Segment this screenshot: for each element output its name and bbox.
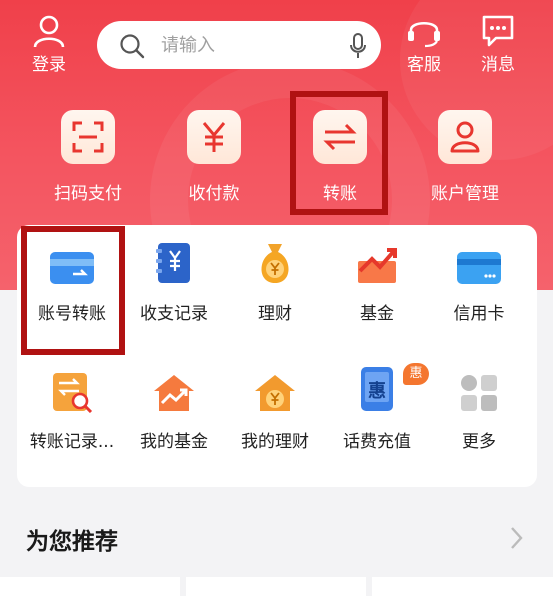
login-button[interactable]: 登录 [19, 14, 79, 75]
ledger-icon [156, 243, 190, 283]
grid-label: 收支记录 [140, 304, 208, 324]
phone-screen-text: 惠 [368, 381, 386, 402]
grid-label: 理财 [258, 304, 292, 324]
house-yuan-icon [255, 375, 295, 411]
more-grid-icon [461, 375, 497, 411]
service-label: 客服 [407, 55, 441, 75]
messages-label: 消息 [481, 55, 515, 75]
grid-icon-wrap [122, 353, 226, 413]
quick-label: 收付款 [188, 184, 240, 204]
quick-transfer[interactable]: 转账 [285, 110, 395, 204]
credit-card-icon [457, 252, 501, 284]
headset-icon [408, 21, 440, 48]
grid-icon-wrap: 惠 惠 [325, 353, 429, 413]
quick-actions: 扫码支付 收付款 转账 账户管理 [0, 110, 553, 210]
grid-label: 我的基金 [140, 432, 208, 452]
grid-label: 基金 [360, 304, 394, 324]
top-bar: 登录 客服 消息 [0, 0, 553, 90]
grid-label: 转账记录... [29, 432, 115, 452]
search-icon [120, 34, 145, 59]
quick-icon-box [187, 110, 241, 164]
grid-label: 账号转账 [38, 304, 106, 324]
grid-icon-wrap [325, 225, 429, 285]
quick-label: 账户管理 [431, 184, 499, 204]
quick-icon-box [61, 110, 115, 164]
grid-icon-wrap [223, 225, 327, 285]
grid-label: 信用卡 [453, 304, 505, 324]
messages-button[interactable]: 消息 [468, 14, 528, 75]
quick-receive-pay[interactable]: 收付款 [159, 110, 269, 204]
grid-item-credit-card[interactable]: 信用卡 [427, 225, 531, 324]
login-label: 登录 [32, 55, 66, 75]
grid-item-income-expense-records[interactable]: 收支记录 [122, 225, 226, 324]
grid-item-wealth-management[interactable]: 理财 [223, 225, 327, 324]
recommend-card-2[interactable] [186, 577, 366, 596]
recommend-card-3[interactable] [372, 577, 553, 596]
grid-label: 更多 [462, 432, 496, 452]
person-outline-icon [33, 15, 65, 48]
person-icon [450, 121, 480, 153]
recommend-card-1[interactable] [0, 577, 180, 596]
quick-icon-box [438, 110, 492, 164]
grid-label: 我的理财 [241, 432, 309, 452]
grid-item-more[interactable]: 更多 [427, 353, 531, 452]
grid-item-transfer-records[interactable]: 转账记录... [20, 353, 124, 452]
house-chart-icon [154, 375, 194, 411]
services-card: 账号转账 收支记录 理财 基金 信用卡 转账记录... 我的基金 我的理财 惠 … [17, 225, 537, 487]
transfer-arrows-icon [323, 123, 357, 151]
chevron-right-icon[interactable] [510, 526, 524, 550]
recommend-title: 为您推荐 [26, 529, 118, 555]
search-bar[interactable] [97, 21, 381, 69]
grid-icon-wrap [20, 353, 124, 413]
grid-item-account-transfer[interactable]: 账号转账 [20, 225, 124, 324]
yuan-icon [202, 122, 226, 152]
scan-icon [72, 121, 104, 153]
customer-service-button[interactable]: 客服 [394, 14, 454, 75]
discount-badge: 惠 [403, 363, 429, 385]
quick-label: 扫码支付 [54, 184, 122, 204]
grid-icon-wrap [427, 353, 531, 413]
quick-scan-pay[interactable]: 扫码支付 [33, 110, 143, 204]
quick-account-management[interactable]: 账户管理 [410, 110, 520, 204]
chat-bubble-icon [482, 15, 514, 47]
quick-label: 转账 [323, 184, 357, 204]
chart-up-icon [358, 248, 397, 283]
transfer-search-icon [53, 373, 93, 413]
grid-label: 话费充值 [343, 432, 411, 452]
grid-item-fund[interactable]: 基金 [325, 225, 429, 324]
grid-item-my-wealth[interactable]: 我的理财 [223, 353, 327, 452]
grid-item-my-fund[interactable]: 我的基金 [122, 353, 226, 452]
grid-item-phone-recharge[interactable]: 惠 惠 话费充值 [325, 353, 429, 452]
search-input[interactable] [161, 29, 331, 61]
grid-icon-wrap [20, 225, 124, 285]
grid-icon-wrap [223, 353, 327, 413]
microphone-icon[interactable] [349, 33, 367, 59]
grid-icon-wrap [427, 225, 531, 285]
card-transfer-icon [50, 252, 94, 284]
quick-icon-box [313, 110, 367, 164]
money-bag-icon [261, 244, 289, 283]
grid-icon-wrap [122, 225, 226, 285]
